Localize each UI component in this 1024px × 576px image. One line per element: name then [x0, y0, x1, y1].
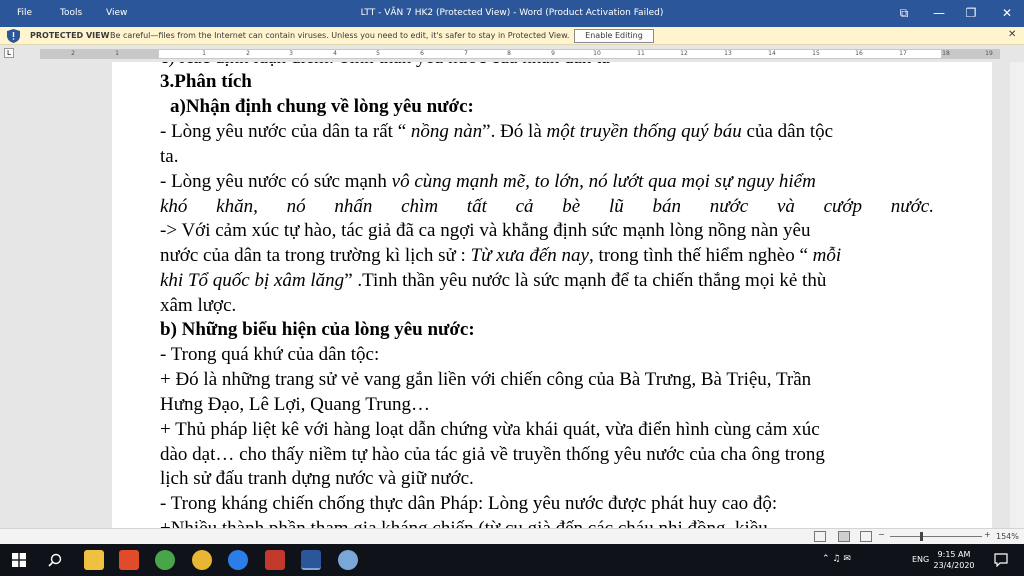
close-button[interactable]: ✕: [993, 4, 1021, 22]
ruler-number: 4: [333, 50, 337, 57]
ruler-number: 10: [593, 50, 601, 57]
tray-icons[interactable]: ⌃ ♫ ✉: [822, 554, 851, 564]
zoom-slider-thumb[interactable]: [920, 532, 923, 541]
doc-text: của dân tộc: [741, 121, 834, 142]
doc-line: dào dạt… cho thấy niềm tự hào của tác gi…: [160, 444, 825, 465]
doc-line: + Thủ pháp liệt kê với hàng loạt dẫn chứ…: [160, 419, 820, 440]
language-indicator[interactable]: ENG: [912, 555, 929, 564]
ruler-number: 3: [289, 50, 293, 57]
ruler-number: 15: [812, 50, 820, 57]
ruler-number: 16: [855, 50, 863, 57]
doc-line: + Đó là những trang sử vẻ vang gắn liền …: [160, 369, 812, 390]
tab-selector[interactable]: L: [4, 48, 14, 58]
zoom-slider[interactable]: [890, 536, 982, 537]
document-page[interactable]: c) Xác định luận điểm: Tinh thần yêu nướ…: [112, 62, 992, 528]
doc-line: - Trong quá khứ của dân tộc:: [160, 344, 380, 365]
doc-text-italic: Từ xưa đến nay: [470, 245, 589, 266]
shield-icon: [7, 29, 20, 43]
ruler-number: 6: [420, 50, 424, 57]
minimize-button[interactable]: —: [925, 4, 953, 22]
ruler-number: 1: [115, 50, 119, 57]
enable-editing-button[interactable]: Enable Editing: [574, 29, 654, 43]
ruler-number: 17: [899, 50, 907, 57]
doc-line: Hưng Đạo, Lê Lợi, Quang Trung…: [160, 394, 430, 415]
app-icon[interactable]: [119, 550, 139, 570]
notification-icon[interactable]: [994, 553, 1008, 567]
doc-text-italic: khi Tổ quốc bị xâm lăng: [160, 270, 345, 291]
doc-line: - Lòng yêu nước có sức mạnh vô cùng mạnh…: [160, 170, 934, 195]
clock-date: 23/4/2020: [933, 561, 975, 570]
doc-text: , trong tình thế hiểm nghèo “: [588, 245, 813, 266]
doc-heading-a: a)Nhận định chung về lòng yêu nước:: [170, 96, 474, 117]
doc-line-cut-bottom: +Nhiều thành phần tham gia kháng chiến (…: [160, 517, 934, 528]
doc-line: ta.: [160, 146, 179, 167]
read-mode-icon[interactable]: [814, 531, 826, 542]
doc-line: khó khăn, nó nhấn chìm tất cả bè lũ bán …: [160, 196, 934, 217]
ruler-number: 18: [942, 50, 950, 57]
doc-text: ” .Tinh thần yêu nước là sức mạnh để ta …: [344, 270, 827, 291]
ruler-number: 14: [768, 50, 776, 57]
chrome-icon[interactable]: [192, 550, 212, 570]
zoom-in-button[interactable]: +: [984, 530, 991, 539]
ribbon-display-icon[interactable]: ⧉: [890, 4, 918, 22]
title-bar: File Tools View LTT - VĂN 7 HK2 (Protect…: [0, 0, 1024, 27]
doc-text-italic: nồng nàn: [410, 121, 483, 142]
app-icon[interactable]: [338, 550, 358, 570]
ruler-row: L 2 1 1 2 3 4 5 6 7 8 9 10 11 12 13 14 1…: [0, 45, 1024, 62]
file-explorer-icon[interactable]: [84, 550, 104, 570]
ruler-number: 8: [507, 50, 511, 57]
ruler-number: 9: [551, 50, 555, 57]
doc-line: lịch sử đấu tranh dựng nước và giữ nước.: [160, 468, 474, 489]
taskbar: ⌃ ♫ ✉ ENG 9:15 AM 23/4/2020: [0, 544, 1024, 576]
app-icon[interactable]: [265, 550, 285, 570]
doc-line: xâm lược.: [160, 295, 237, 316]
web-layout-icon[interactable]: [860, 531, 872, 542]
print-layout-icon[interactable]: [838, 531, 850, 542]
window-title: LTT - VĂN 7 HK2 (Protected View) - Word …: [360, 8, 664, 18]
doc-line: -> Với cảm xúc tự hào, tác giả đã ca ngợ…: [160, 220, 811, 241]
ruler-number: 19: [985, 50, 993, 57]
vertical-scrollbar[interactable]: [1010, 62, 1024, 528]
ruler-number: 2: [246, 50, 250, 57]
status-bar: − + 154%: [0, 528, 1024, 544]
doc-text-italic: mỗi: [812, 245, 842, 266]
doc-text: nước của dân ta trong trường kì lịch sử …: [160, 245, 471, 266]
doc-line: nước của dân ta trong trường kì lịch sử …: [160, 244, 934, 269]
doc-text-italic: một truyền thống quý báu: [546, 121, 742, 142]
doc-heading-analysis: 3.Phân tích: [160, 71, 252, 92]
doc-text: ”. Đó là: [482, 121, 547, 142]
search-icon[interactable]: [48, 553, 62, 567]
ruler-number: 11: [637, 50, 645, 57]
ruler-number: 1: [202, 50, 206, 57]
ruler-left-margin: [41, 50, 159, 58]
ruler-number: 7: [464, 50, 468, 57]
close-icon[interactable]: ✕: [1008, 29, 1016, 40]
ruler-number: 13: [724, 50, 732, 57]
zoom-level[interactable]: 154%: [996, 532, 1019, 541]
document-area[interactable]: c) Xác định luận điểm: Tinh thần yêu nướ…: [0, 62, 1024, 528]
word-icon[interactable]: [301, 550, 321, 570]
doc-line: - Lòng yêu nước của dân ta rất “ nồng nà…: [160, 120, 934, 145]
protected-view-label: PROTECTED VIEW: [30, 31, 110, 40]
protected-view-message: Be careful—files from the Internet can c…: [110, 31, 570, 40]
maximize-button[interactable]: ❐: [957, 4, 985, 22]
ruler-number: 5: [376, 50, 380, 57]
horizontal-ruler[interactable]: 2 1 1 2 3 4 5 6 7 8 9 10 11 12 13 14 15 …: [40, 49, 1000, 59]
doc-text-italic: vô cùng mạnh mẽ, to lớn, nó lướt qua mọi…: [391, 171, 816, 192]
app-icon[interactable]: [155, 550, 175, 570]
ruler-number: 2: [71, 50, 75, 57]
doc-text: - Lòng yêu nước có sức mạnh: [160, 171, 392, 192]
clock-time: 9:15 AM: [937, 550, 971, 559]
doc-heading-b: b) Những biểu hiện của lòng yêu nước:: [160, 319, 475, 340]
doc-text: - Lòng yêu nước của dân ta rất “: [160, 121, 411, 142]
zoom-out-button[interactable]: −: [878, 530, 885, 539]
clock[interactable]: 9:15 AM 23/4/2020: [930, 549, 978, 571]
doc-line: khi Tổ quốc bị xâm lăng” .Tinh thần yêu …: [160, 269, 934, 294]
protected-view-bar: PROTECTED VIEW Be careful—files from the…: [0, 27, 1024, 45]
doc-line: - Trong kháng chiến chống thực dân Pháp:…: [160, 493, 778, 514]
ruler-number: 12: [680, 50, 688, 57]
zalo-icon[interactable]: [228, 550, 248, 570]
windows-start-icon[interactable]: [12, 553, 26, 567]
